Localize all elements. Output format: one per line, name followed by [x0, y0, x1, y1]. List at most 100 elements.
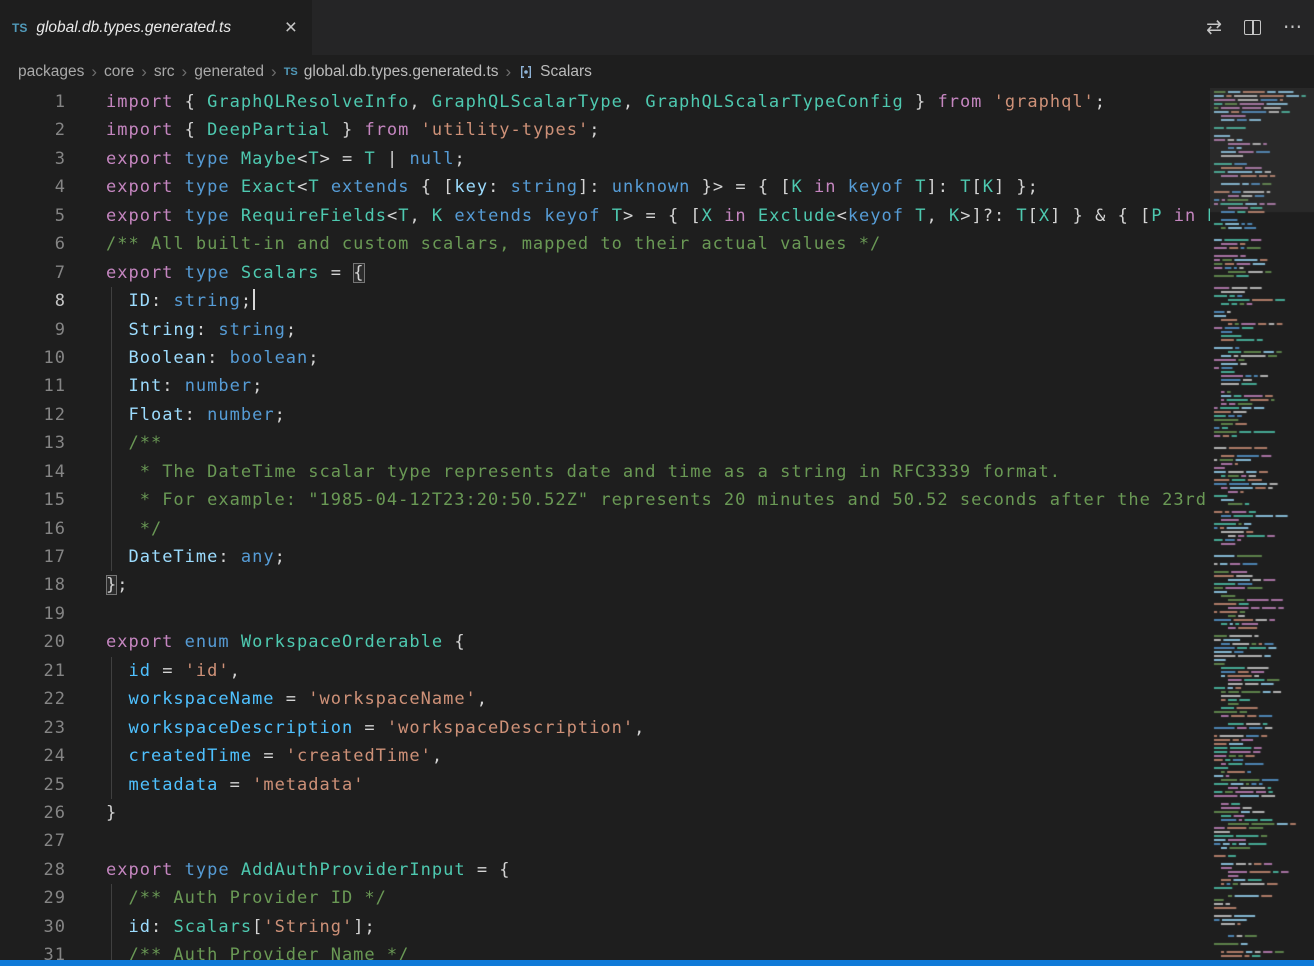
- code-line[interactable]: 29 /** Auth Provider ID */: [0, 884, 1210, 912]
- line-number[interactable]: 28: [0, 856, 66, 884]
- code-token: :: [488, 177, 510, 197]
- code-line[interactable]: 14 * The DateTime scalar type represents…: [0, 458, 1210, 486]
- code-line[interactable]: 23 workspaceDescription = 'workspaceDesc…: [0, 714, 1210, 742]
- line-number[interactable]: 17: [0, 543, 66, 571]
- code-line[interactable]: 15 * For example: "1985-04-12T23:20:50.5…: [0, 486, 1210, 514]
- indent-guide: [111, 941, 112, 960]
- line-number[interactable]: 7: [0, 259, 66, 287]
- status-bar[interactable]: [0, 960, 1314, 966]
- code-token: ,: [409, 206, 431, 226]
- line-number[interactable]: 10: [0, 344, 66, 372]
- code-token: key: [454, 177, 488, 197]
- code-line[interactable]: 28export type AddAuthProviderInput = {: [0, 856, 1210, 884]
- line-number[interactable]: 6: [0, 230, 66, 258]
- line-number[interactable]: 8: [0, 287, 66, 315]
- code-token: [106, 519, 128, 539]
- line-number[interactable]: 29: [0, 884, 66, 912]
- code-line[interactable]: 8 ID: string;: [0, 287, 1210, 315]
- line-number[interactable]: 1: [0, 88, 66, 116]
- split-editor-icon[interactable]: [1244, 20, 1261, 35]
- code-token: number: [207, 405, 274, 425]
- code-token: :: [196, 320, 218, 340]
- code-line[interactable]: 24 createdTime = 'createdTime',: [0, 742, 1210, 770]
- code-token: K: [949, 206, 960, 226]
- code-line[interactable]: 2import { DeepPartial } from 'utility-ty…: [0, 116, 1210, 144]
- code-token: ;: [1095, 92, 1106, 112]
- line-number[interactable]: 23: [0, 714, 66, 742]
- code-line[interactable]: 5export type RequireFields<T, K extends …: [0, 202, 1210, 230]
- code-token: }> = { [: [690, 177, 791, 197]
- code-token: string: [511, 177, 578, 197]
- code-token: metadata: [128, 775, 218, 795]
- line-number[interactable]: 25: [0, 771, 66, 799]
- code-line[interactable]: 11 Int: number;: [0, 372, 1210, 400]
- code-line[interactable]: 7export type Scalars = {: [0, 259, 1210, 287]
- code-token: extends: [331, 177, 410, 197]
- line-number[interactable]: 18: [0, 571, 66, 599]
- indent-guide: [111, 401, 112, 429]
- breadcrumb-item-scalars[interactable]: Scalars: [518, 63, 592, 81]
- line-number[interactable]: 22: [0, 685, 66, 713]
- line-number[interactable]: 16: [0, 515, 66, 543]
- line-number[interactable]: 31: [0, 941, 66, 960]
- breadcrumb-item-src[interactable]: src: [154, 63, 175, 81]
- open-changes-icon[interactable]: ⇄: [1206, 18, 1222, 37]
- code-line[interactable]: 1import { GraphQLResolveInfo, GraphQLSca…: [0, 88, 1210, 116]
- code-line[interactable]: 19: [0, 600, 1210, 628]
- line-number[interactable]: 11: [0, 372, 66, 400]
- code-line[interactable]: 16 */: [0, 515, 1210, 543]
- code-line[interactable]: 6 /** All built-in and custom scalars, ma…: [0, 230, 1210, 258]
- code-line[interactable]: 30 id: Scalars['String'];: [0, 913, 1210, 941]
- line-number[interactable]: 24: [0, 742, 66, 770]
- code-token: id: [128, 917, 150, 937]
- line-number[interactable]: 2: [0, 116, 66, 144]
- code-line[interactable]: 3export type Maybe<T> = T | null;: [0, 145, 1210, 173]
- tab-global-db-types-generated-ts[interactable]: TS global.db.types.generated.ts ×: [0, 0, 313, 55]
- breadcrumb-item-packages[interactable]: packages: [18, 63, 84, 81]
- code-line[interactable]: 27: [0, 827, 1210, 855]
- line-number[interactable]: 27: [0, 827, 66, 855]
- breadcrumb-item-generated[interactable]: generated: [194, 63, 264, 81]
- more-actions-icon[interactable]: ⋯: [1283, 18, 1302, 37]
- code-token: :: [207, 348, 229, 368]
- code-line[interactable]: 22 workspaceName = 'workspaceName',: [0, 685, 1210, 713]
- code-token: /** All built-in and custom scalars, map…: [106, 234, 881, 254]
- line-text: workspaceDescription = 'workspaceDescrip…: [66, 714, 1210, 742]
- code-line[interactable]: 17 DateTime: any;: [0, 543, 1210, 571]
- line-number[interactable]: 26: [0, 799, 66, 827]
- code-line[interactable]: 26}: [0, 799, 1210, 827]
- code-line[interactable]: 12 Float: number;: [0, 401, 1210, 429]
- code-token: ;: [275, 405, 286, 425]
- code-line[interactable]: 18};: [0, 571, 1210, 599]
- line-number[interactable]: 14: [0, 458, 66, 486]
- code-token: 'String': [263, 917, 353, 937]
- line-number[interactable]: 4: [0, 173, 66, 201]
- code-line[interactable]: 10 Boolean: boolean;: [0, 344, 1210, 372]
- code-token: :: [162, 376, 184, 396]
- line-number[interactable]: 3: [0, 145, 66, 173]
- line-number[interactable]: 20: [0, 628, 66, 656]
- line-number[interactable]: 9: [0, 316, 66, 344]
- line-number[interactable]: 5: [0, 202, 66, 230]
- breadcrumb-item-core[interactable]: core: [104, 63, 134, 81]
- breadcrumb-item-global-db-types-generated-ts[interactable]: TSglobal.db.types.generated.ts: [284, 63, 499, 81]
- line-number[interactable]: 21: [0, 657, 66, 685]
- code-line[interactable]: 25 metadata = 'metadata': [0, 771, 1210, 799]
- line-number[interactable]: 15: [0, 486, 66, 514]
- code-line[interactable]: 9 String: string;: [0, 316, 1210, 344]
- minimap[interactable]: [1210, 88, 1314, 960]
- line-number[interactable]: 30: [0, 913, 66, 941]
- code-line[interactable]: 21 id = 'id',: [0, 657, 1210, 685]
- code-line[interactable]: 31 /** Auth Provider Name */: [0, 941, 1210, 960]
- code-token: number: [185, 376, 252, 396]
- close-tab-icon[interactable]: ×: [282, 17, 300, 38]
- code-line[interactable]: 13 /**: [0, 429, 1210, 457]
- code-line[interactable]: 4export type Exact<T extends { [key: str…: [0, 173, 1210, 201]
- code-token: Maybe: [241, 149, 297, 169]
- line-number[interactable]: 13: [0, 429, 66, 457]
- line-number[interactable]: 19: [0, 600, 66, 628]
- tab-bar: TS global.db.types.generated.ts × ⇄ ⋯: [0, 0, 1314, 55]
- code-token: X: [1039, 206, 1050, 226]
- code-line[interactable]: 20export enum WorkspaceOrderable {: [0, 628, 1210, 656]
- line-number[interactable]: 12: [0, 401, 66, 429]
